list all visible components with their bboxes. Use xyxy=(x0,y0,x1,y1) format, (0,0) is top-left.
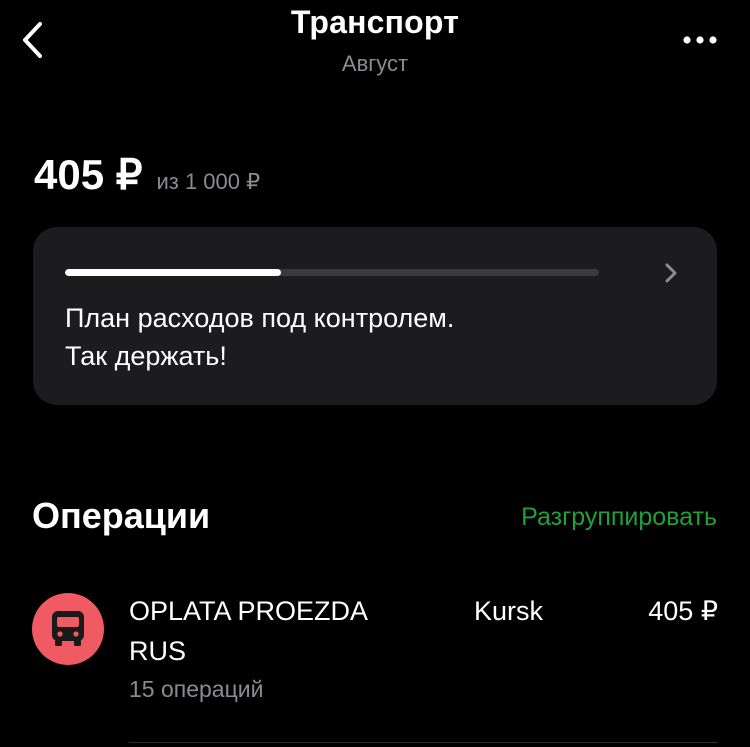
row-divider xyxy=(129,742,718,743)
budget-progress-fill xyxy=(65,269,282,276)
bus-icon xyxy=(32,593,104,665)
page-title: Транспорт xyxy=(290,4,460,40)
more-button[interactable] xyxy=(680,26,720,54)
operation-city: Kursk xyxy=(474,596,544,626)
operations-title: Операции xyxy=(32,495,211,536)
operation-row[interactable]: OPLATA PROEZDA RUS 15 операций Kursk 405… xyxy=(32,585,718,747)
page-subtitle: Август xyxy=(341,51,409,76)
plan-message: План расходов под контролем. Так держать… xyxy=(65,299,454,375)
operation-count: 15 операций xyxy=(129,676,264,702)
operation-amount: 405 ₽ xyxy=(648,596,718,626)
spending-plan-card[interactable]: План расходов под контролем. Так держать… xyxy=(33,227,717,405)
more-horizontal-icon xyxy=(683,36,717,44)
spent-amount: 405 ₽ xyxy=(34,151,143,198)
budget-limit: из 1 000 ₽ xyxy=(156,169,261,194)
plan-message-line1: План расходов под контролем. xyxy=(65,303,455,333)
chevron-right-icon xyxy=(661,261,681,285)
plan-message-line2: Так держать! xyxy=(65,341,227,371)
budget-progress-bar xyxy=(65,269,599,276)
budget-summary: 405 ₽ из 1 000 ₽ xyxy=(34,150,260,199)
operation-name: OPLATA PROEZDA RUS xyxy=(129,596,367,666)
ungroup-button[interactable]: Разгруппировать xyxy=(521,503,717,532)
